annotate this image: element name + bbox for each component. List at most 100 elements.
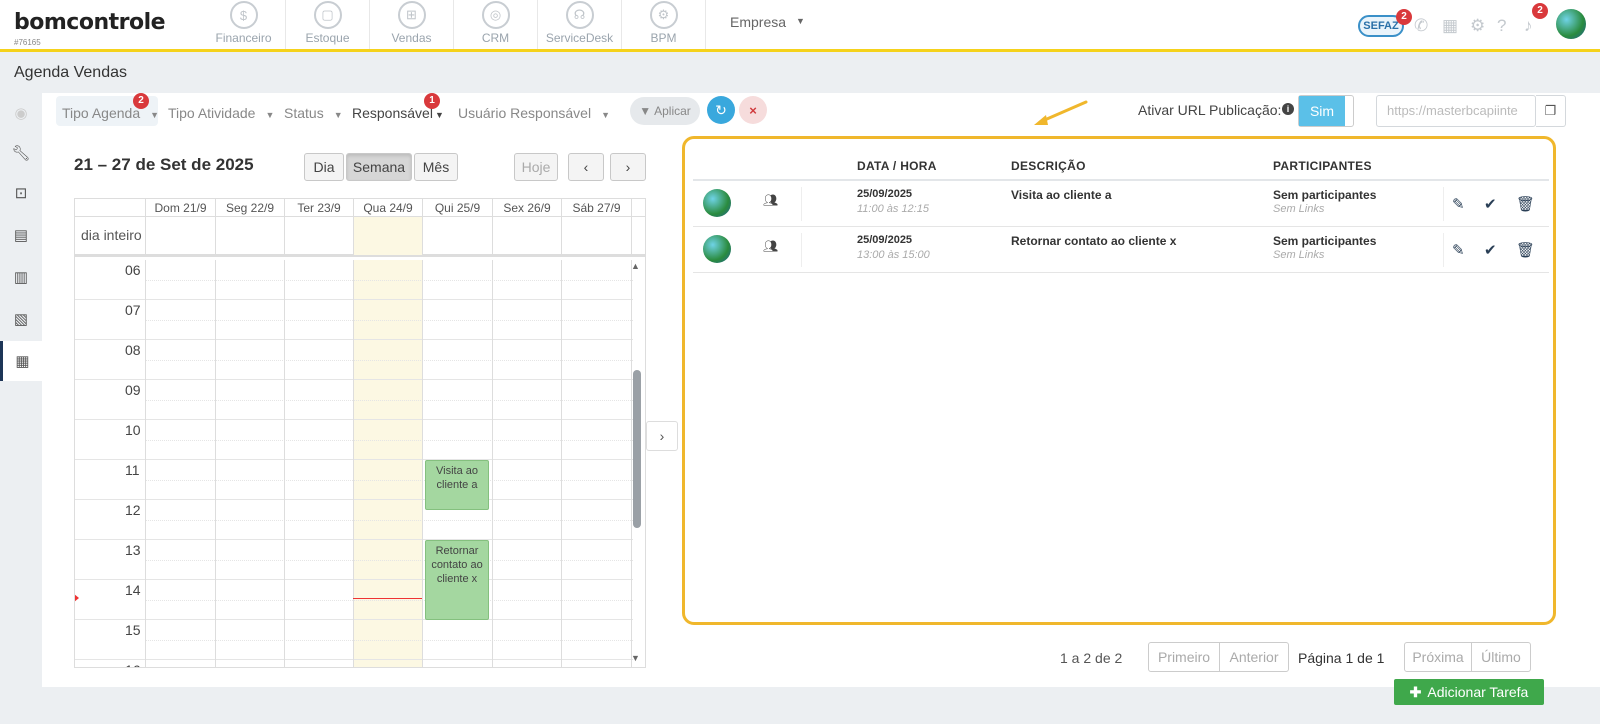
- sefaz-badge: 2: [1396, 9, 1412, 25]
- filter-label: Tipo Agenda: [62, 105, 141, 121]
- filter-tipo-atividade[interactable]: Tipo Atividade ▼: [168, 105, 274, 121]
- copy-icon: ❐: [1544, 103, 1557, 118]
- time-grid: 06 07 08 09 10 11 12 13 14 15 16 Visita …: [75, 260, 633, 667]
- current-time-line: [353, 598, 422, 599]
- clear-filter-button[interactable]: ×: [739, 96, 767, 124]
- app-logo[interactable]: bomcontrole: [14, 10, 166, 35]
- column-header[interactable]: PARTICIPANTES: [1273, 159, 1372, 173]
- trash-icon[interactable]: 🗑︎: [1516, 241, 1535, 259]
- view-month-button[interactable]: Mês: [414, 153, 458, 181]
- module-nav: $ Financeiro ▢ Estoque ⊞ Vendas ◎ CRM ☊ …: [202, 0, 706, 49]
- day-header[interactable]: Seg 22/9: [215, 199, 284, 217]
- edit-icon[interactable]: ✎: [1452, 241, 1465, 259]
- apply-filter-button[interactable]: ▼ Aplicar: [630, 97, 700, 125]
- bell-icon[interactable]: ♪: [1524, 16, 1533, 36]
- grid-line: [284, 217, 285, 255]
- hour-row[interactable]: 14: [75, 580, 633, 620]
- top-bar: bomcontrole #76165 $ Financeiro ▢ Estoqu…: [0, 0, 1600, 52]
- calendar-event[interactable]: Visita ao cliente a: [425, 460, 489, 510]
- day-header[interactable]: Qua 24/9: [353, 199, 422, 217]
- hour-row[interactable]: 07: [75, 300, 633, 340]
- calendar-icon[interactable]: ▦: [1442, 16, 1458, 36]
- hour-label: 10: [125, 422, 141, 438]
- first-page-button[interactable]: Primeiro: [1148, 642, 1220, 672]
- hour-row[interactable]: 12: [75, 500, 633, 540]
- user-avatar[interactable]: [1556, 9, 1586, 39]
- edit-icon[interactable]: ✎: [1452, 195, 1465, 213]
- day-header[interactable]: Sáb 27/9: [561, 199, 631, 217]
- day-header[interactable]: Qui 25/9: [422, 199, 492, 217]
- column-header[interactable]: DATA / HORA: [857, 159, 937, 173]
- view-day-button[interactable]: Dia: [304, 153, 344, 181]
- trash-icon[interactable]: 🗑︎: [1516, 195, 1535, 213]
- cart-icon[interactable]: ⊡: [0, 173, 42, 213]
- page-indicator: Página 1 de 1: [1298, 650, 1385, 666]
- info-icon[interactable]: i: [1282, 103, 1294, 115]
- hour-row[interactable]: 08: [75, 340, 633, 380]
- toggle-panel-button[interactable]: ›: [646, 421, 678, 451]
- module-bpm[interactable]: ⚙ BPM: [622, 0, 706, 49]
- hour-row[interactable]: 09: [75, 380, 633, 420]
- module-estoque[interactable]: ▢ Estoque: [286, 0, 370, 49]
- calendar-event[interactable]: Retornar contato ao cliente x: [425, 540, 489, 620]
- next-week-button[interactable]: ›: [610, 153, 646, 181]
- refresh-button[interactable]: ↻: [707, 96, 735, 124]
- whatsapp-icon[interactable]: ✆: [1414, 16, 1428, 36]
- users-icon: 👥︎: [763, 193, 779, 207]
- check-icon[interactable]: ✔: [1484, 195, 1497, 213]
- help-icon[interactable]: ?: [1497, 16, 1506, 36]
- calendar-scrollbar[interactable]: [633, 370, 641, 528]
- module-label: Financeiro: [215, 31, 272, 45]
- add-task-button[interactable]: ✚ Adicionar Tarefa: [1394, 679, 1544, 705]
- scroll-up-icon[interactable]: ▲: [631, 261, 640, 271]
- left-nav: ◉ 🔧︎ ⊡ ▤ ▥ ▧ ▦: [0, 93, 42, 383]
- hour-row[interactable]: 11: [75, 460, 633, 500]
- next-page-button[interactable]: Próxima: [1404, 642, 1472, 672]
- day-header[interactable]: Dom 21/9: [145, 199, 215, 217]
- module-financeiro[interactable]: $ Financeiro: [202, 0, 286, 49]
- hour-row[interactable]: 16: [75, 660, 633, 667]
- module-vendas[interactable]: ⊞ Vendas: [370, 0, 454, 49]
- logo-mark-icon[interactable]: ◉: [0, 93, 42, 133]
- avatar: [703, 235, 731, 263]
- task-row[interactable]: 👥︎ 25/09/2025 11:00 às 12:15 Visita ao c…: [693, 181, 1549, 227]
- hour-row[interactable]: 15: [75, 620, 633, 660]
- url-publication-toggle[interactable]: Sim: [1298, 95, 1354, 127]
- pdf-icon[interactable]: ▧: [0, 299, 42, 339]
- plus-icon: ✚: [1409, 683, 1422, 700]
- document-copy-icon[interactable]: ▥: [0, 257, 42, 297]
- hour-row[interactable]: 13: [75, 540, 633, 580]
- module-crm[interactable]: ◎ CRM: [454, 0, 538, 49]
- company-selector[interactable]: Empresa: [730, 14, 786, 30]
- filter-label: Usuário Responsável: [458, 105, 592, 121]
- grid-line: [561, 217, 562, 255]
- network-icon: ⚙: [649, 1, 678, 29]
- filter-usuario-responsavel[interactable]: Usuário Responsável ▼: [458, 105, 610, 121]
- last-page-button[interactable]: Último: [1471, 642, 1531, 672]
- today-button[interactable]: Hoje: [514, 153, 558, 181]
- day-header[interactable]: Sex 26/9: [492, 199, 561, 217]
- calendar-icon[interactable]: ▦: [0, 341, 42, 381]
- check-icon[interactable]: ✔: [1484, 241, 1497, 259]
- day-header[interactable]: Ter 23/9: [284, 199, 353, 217]
- publication-url-field[interactable]: https://masterbcapiinte: [1376, 95, 1536, 127]
- hour-row[interactable]: 06: [75, 260, 633, 300]
- today-allday-cell: [353, 217, 422, 255]
- refresh-icon: ↻: [715, 101, 727, 118]
- copy-url-button[interactable]: ❐: [1536, 95, 1566, 127]
- prev-week-button[interactable]: ‹: [568, 153, 604, 181]
- view-week-button[interactable]: Semana: [346, 153, 412, 181]
- hour-row[interactable]: 10: [75, 420, 633, 460]
- module-servicedesk[interactable]: ☊ ServiceDesk: [538, 0, 622, 49]
- gear-icon[interactable]: ⚙: [1470, 16, 1485, 36]
- hour-label: 16: [125, 662, 141, 667]
- wrench-icon[interactable]: 🔧︎: [0, 133, 42, 173]
- document-icon[interactable]: ▤: [0, 215, 42, 255]
- prev-page-button[interactable]: Anterior: [1219, 642, 1289, 672]
- scroll-down-icon[interactable]: ▼: [631, 653, 640, 663]
- task-row[interactable]: 👥︎ 25/09/2025 13:00 às 15:00 Retornar co…: [693, 227, 1549, 273]
- caret-down-icon: ▼: [601, 110, 610, 120]
- task-links: Sem Links: [1273, 249, 1325, 261]
- filter-status[interactable]: Status ▼: [284, 105, 343, 121]
- column-header[interactable]: DESCRIÇÃO: [1011, 159, 1086, 173]
